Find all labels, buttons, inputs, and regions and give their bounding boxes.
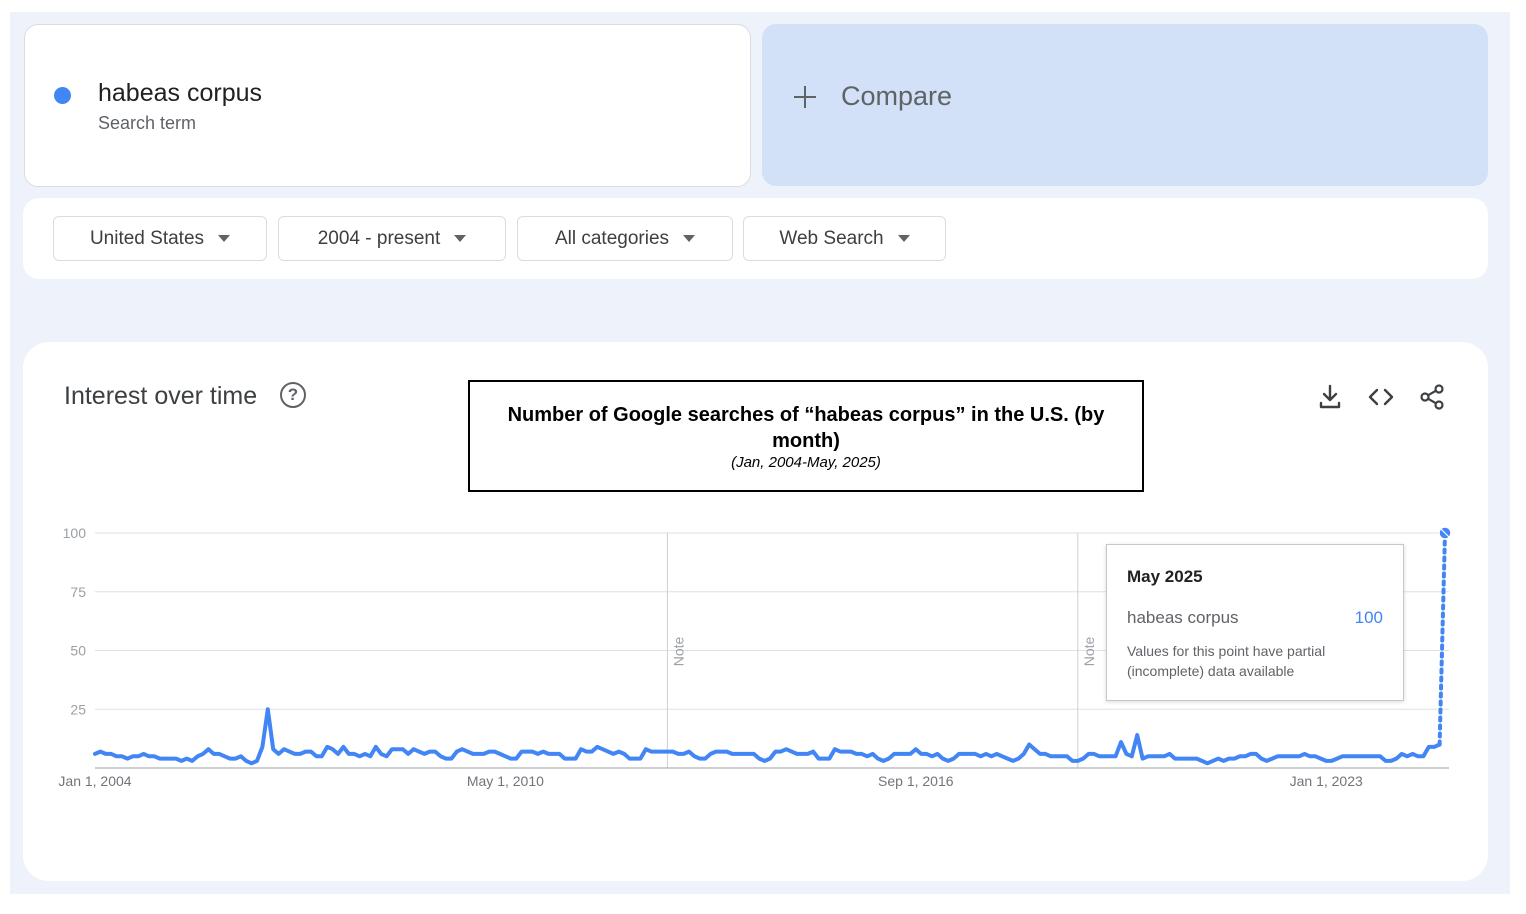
category-dropdown[interactable]: All categories bbox=[517, 216, 733, 261]
caret-down-icon bbox=[683, 235, 696, 242]
plus-icon bbox=[794, 86, 816, 108]
search-type-dropdown[interactable]: Web Search bbox=[743, 216, 946, 261]
note-label-group: Note bbox=[1081, 637, 1097, 667]
tooltip-note: Values for this point have partial (inco… bbox=[1127, 643, 1326, 679]
caret-down-icon bbox=[897, 235, 910, 242]
y-tick-label: 25 bbox=[70, 701, 86, 717]
search-term-card[interactable]: habeas corpus Search term bbox=[24, 24, 751, 187]
note-label: Note bbox=[1081, 637, 1097, 667]
time-range-label: 2004 - present bbox=[317, 227, 441, 249]
x-tick-label: Jan 1, 2023 bbox=[1290, 773, 1363, 789]
x-tick-label: May 1, 2010 bbox=[467, 773, 544, 789]
interest-over-time-card: Interest over time ? Number of Google se… bbox=[23, 342, 1488, 881]
time-range-dropdown[interactable]: 2004 - present bbox=[278, 216, 506, 261]
trends-page: habeas corpus Search term Compare United… bbox=[10, 12, 1510, 894]
series-line bbox=[93, 707, 1442, 766]
caret-down-icon bbox=[218, 235, 231, 242]
partial-data-segment bbox=[1437, 531, 1447, 747]
region-dropdown[interactable]: United States bbox=[53, 216, 267, 261]
y-tick-label: 100 bbox=[63, 525, 87, 541]
region-label: United States bbox=[89, 227, 205, 249]
compare-label: Compare bbox=[841, 81, 953, 111]
y-tick-label: 75 bbox=[70, 584, 86, 600]
x-tick-label: Sep 1, 2016 bbox=[878, 773, 954, 789]
filter-bar: United States 2004 - present All categor… bbox=[23, 198, 1488, 279]
search-term-name: habeas corpus bbox=[98, 79, 263, 107]
y-tick-label: 50 bbox=[70, 643, 86, 659]
note-label-group: Note bbox=[670, 637, 686, 667]
section-divider bbox=[10, 293, 1510, 311]
tooltip-date: May 2025 bbox=[1127, 567, 1203, 586]
series-color-dot bbox=[54, 87, 71, 104]
category-label: All categories bbox=[554, 227, 670, 249]
search-type-label: Web Search bbox=[779, 227, 884, 249]
data-point-tooltip: May 2025 habeas corpus 100 Values for th… bbox=[1106, 544, 1404, 701]
x-tick-label: Jan 1, 2004 bbox=[58, 773, 131, 789]
note-label: Note bbox=[670, 637, 686, 667]
compare-button[interactable]: Compare bbox=[762, 24, 1488, 186]
tooltip-value: 100 bbox=[1354, 608, 1383, 627]
caret-down-icon bbox=[454, 235, 467, 242]
tooltip-term: habeas corpus bbox=[1127, 608, 1239, 627]
search-term-type: Search term bbox=[98, 113, 197, 133]
